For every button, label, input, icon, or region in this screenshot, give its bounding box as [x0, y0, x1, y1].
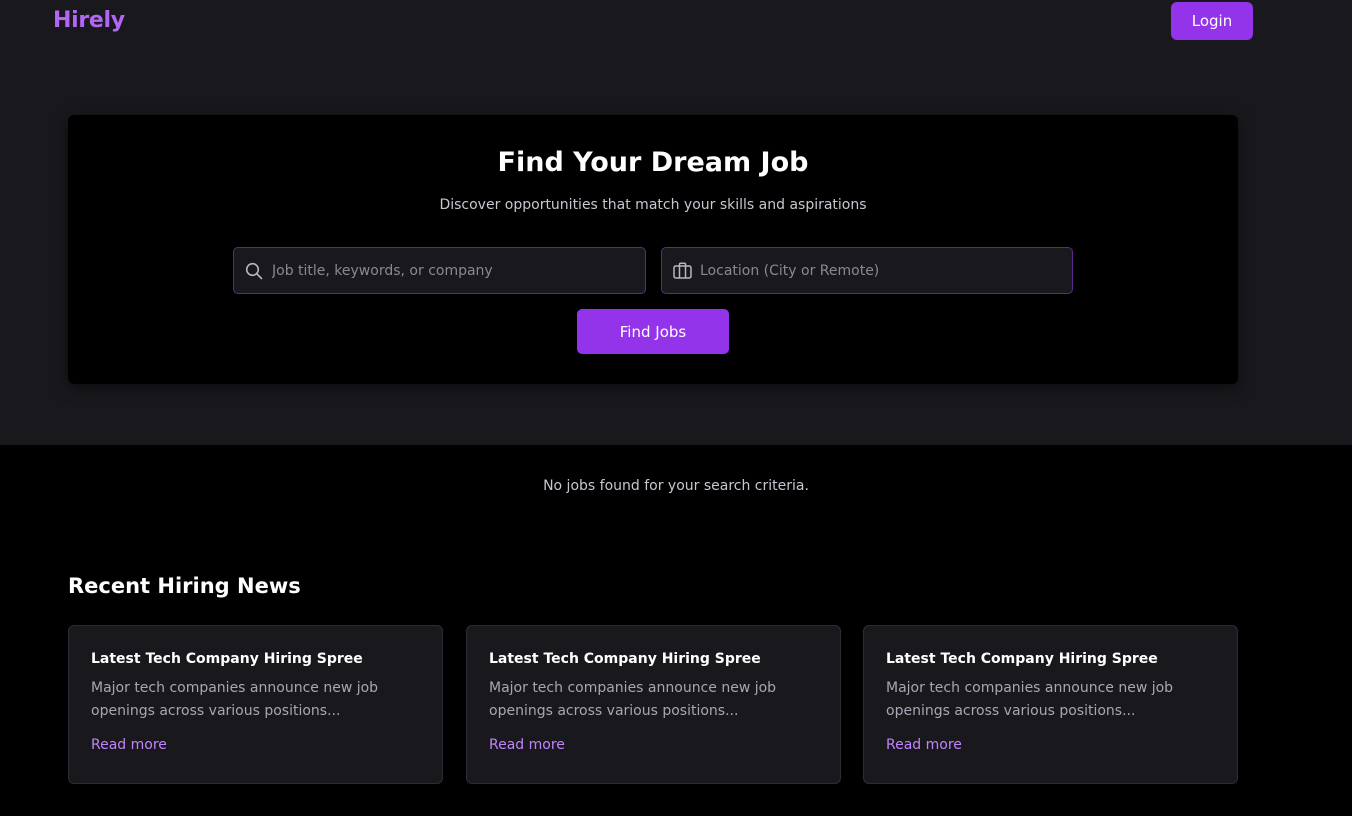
page-subtitle: Discover opportunities that match your s…: [439, 197, 867, 213]
page-title: Find Your Dream Job: [497, 147, 809, 178]
news-card: Latest Tech Company Hiring Spree Major t…: [863, 625, 1238, 784]
news-card-description: Major tech companies announce new job op…: [489, 680, 777, 719]
news-card-title: Latest Tech Company Hiring Spree: [91, 651, 363, 667]
news-card-description: Major tech companies announce new job op…: [91, 680, 379, 719]
read-more-link[interactable]: Read more: [91, 737, 167, 753]
no-results-message: No jobs found for your search criteria.: [543, 478, 809, 494]
search-icon: [244, 261, 264, 281]
search-hero: Find Your Dream Job Discover opportuniti…: [68, 115, 1238, 384]
read-more-link[interactable]: Read more: [489, 737, 565, 753]
news-card: Latest Tech Company Hiring Spree Major t…: [466, 625, 841, 784]
news-card-description: Major tech companies announce new job op…: [886, 680, 1174, 719]
search-field[interactable]: [233, 247, 646, 294]
briefcase-icon: [672, 261, 692, 281]
news-card-title: Latest Tech Company Hiring Spree: [489, 651, 761, 667]
search-input[interactable]: [272, 262, 645, 279]
top-section: Hirely Login Find Your Dream Job Discove…: [0, 0, 1352, 445]
news-heading: Recent Hiring News: [68, 574, 301, 598]
login-button[interactable]: Login: [1171, 2, 1253, 40]
logo[interactable]: Hirely: [53, 8, 125, 33]
find-jobs-button[interactable]: Find Jobs: [577, 309, 729, 354]
news-card-title: Latest Tech Company Hiring Spree: [886, 651, 1158, 667]
news-card: Latest Tech Company Hiring Spree Major t…: [68, 625, 443, 784]
read-more-link[interactable]: Read more: [886, 737, 962, 753]
location-field[interactable]: [661, 247, 1073, 294]
location-input[interactable]: [700, 262, 1072, 279]
